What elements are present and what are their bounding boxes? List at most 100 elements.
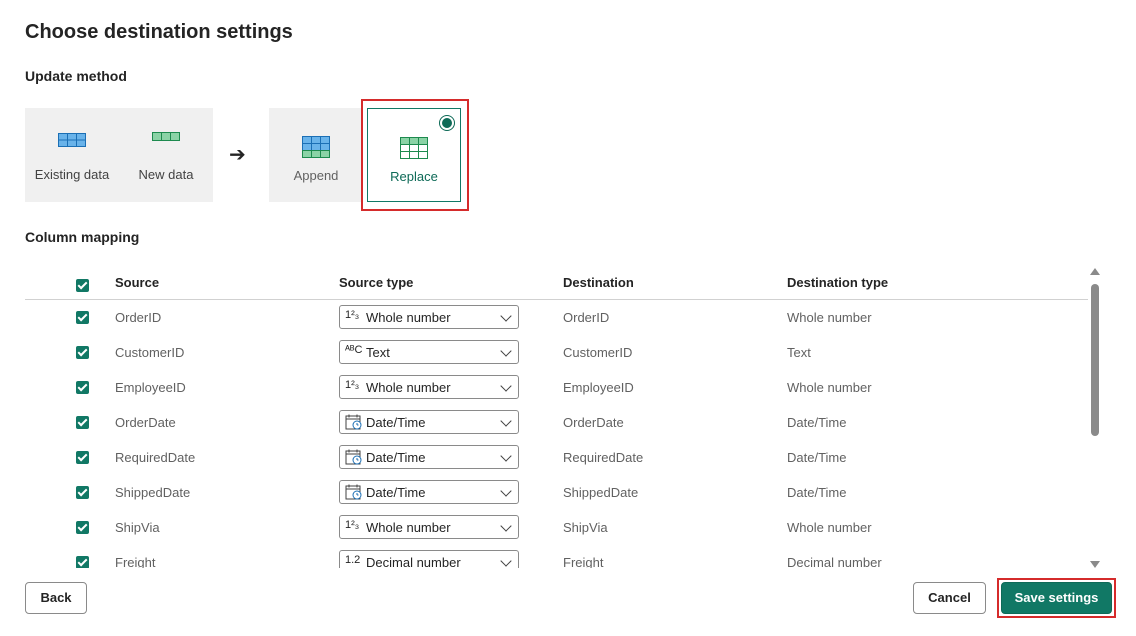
whole-number-icon: 1²₃ bbox=[345, 379, 365, 395]
source-type-dropdown[interactable]: 1.2 Decimal number bbox=[339, 550, 519, 568]
append-label: Append bbox=[293, 168, 339, 183]
type-icon-text: 1²₃ bbox=[345, 519, 360, 531]
row-checkbox[interactable] bbox=[76, 556, 89, 568]
datetime-icon bbox=[345, 414, 365, 430]
destination-cell: EmployeeID bbox=[563, 380, 634, 395]
source-type-value: Decimal number bbox=[366, 555, 461, 568]
source-type-value: Text bbox=[366, 345, 390, 360]
source-cell: OrderDate bbox=[115, 415, 176, 430]
select-all-checkbox[interactable] bbox=[76, 279, 89, 292]
type-icon-text: ᴬᴮC bbox=[345, 344, 363, 356]
table-row: Freight 1.2 Decimal number Freight Decimal n… bbox=[25, 545, 1088, 568]
type-icon-text: 1.2 bbox=[345, 554, 361, 566]
whole-number-icon: 1²₃ bbox=[345, 519, 365, 535]
new-data-item: New data bbox=[119, 108, 213, 202]
source-cell: CustomerID bbox=[115, 345, 185, 360]
header-destination: Destination bbox=[563, 275, 634, 290]
header-source: Source bbox=[115, 275, 160, 290]
whole-number-icon: 1²₃ bbox=[345, 309, 365, 325]
source-type-value: Whole number bbox=[366, 520, 451, 535]
chevron-down-icon bbox=[500, 520, 512, 532]
header-destination-type: Destination type bbox=[787, 275, 889, 290]
new-data-table-icon bbox=[152, 132, 180, 141]
table-row: EmployeeID 1²₃ Whole number EmployeeID Whole… bbox=[25, 370, 1088, 405]
destination-cell: OrderID bbox=[563, 310, 610, 325]
source-cell: OrderID bbox=[115, 310, 162, 325]
header-source-type: Source type bbox=[339, 275, 414, 290]
row-checkbox[interactable] bbox=[76, 451, 89, 464]
destination-type-cell: Date/Time bbox=[787, 485, 847, 500]
destination-type-cell: Whole number bbox=[787, 520, 872, 535]
source-cell: RequiredDate bbox=[115, 450, 196, 465]
source-cell: EmployeeID bbox=[115, 380, 186, 395]
chevron-down-icon bbox=[500, 485, 512, 497]
chevron-down-icon bbox=[500, 450, 512, 462]
source-cell: ShipVia bbox=[115, 520, 160, 535]
table-row: ShippedDate Date/Time ShippedDate Date/Time bbox=[25, 475, 1088, 510]
source-type-dropdown[interactable]: 1²₃ Whole number bbox=[339, 305, 519, 329]
type-icon-text: 1²₃ bbox=[345, 309, 360, 321]
destination-cell: RequiredDate bbox=[563, 450, 644, 465]
save-highlight-box bbox=[997, 578, 1116, 618]
scroll-thumb[interactable] bbox=[1091, 284, 1099, 436]
datetime-icon bbox=[345, 484, 365, 500]
row-checkbox[interactable] bbox=[76, 521, 89, 534]
table-header: Source Source type Destination Destinati… bbox=[25, 262, 1088, 300]
destination-type-cell: Text bbox=[787, 345, 811, 360]
table-row: RequiredDate Date/Time RequiredDate Date/Ti… bbox=[25, 440, 1088, 475]
destination-cell: ShippedDate bbox=[563, 485, 639, 500]
back-button[interactable]: Back bbox=[25, 582, 87, 614]
source-type-value: Date/Time bbox=[366, 450, 426, 465]
destination-cell: OrderDate bbox=[563, 415, 624, 430]
dialog-title: Choose destination settings bbox=[25, 21, 293, 43]
existing-data-item: Existing data bbox=[25, 108, 119, 202]
source-type-dropdown[interactable]: 1²₃ Whole number bbox=[339, 515, 519, 539]
table-row: ShipVia 1²₃ Whole number ShipVia Whole numbe… bbox=[25, 510, 1088, 545]
datetime-icon bbox=[345, 449, 365, 465]
table-row: CustomerID ᴬᴮC Text CustomerID Text bbox=[25, 335, 1088, 370]
destination-type-cell: Decimal number bbox=[787, 555, 882, 568]
row-checkbox[interactable] bbox=[76, 346, 89, 359]
source-cell: Freight bbox=[115, 555, 156, 568]
arrow-right-icon: ➔ bbox=[229, 144, 246, 166]
source-type-dropdown[interactable]: Date/Time bbox=[339, 410, 519, 434]
destination-cell: Freight bbox=[563, 555, 604, 568]
text-icon: ᴬᴮC bbox=[345, 344, 365, 360]
replace-highlight-box bbox=[361, 99, 469, 211]
source-type-dropdown[interactable]: Date/Time bbox=[339, 480, 519, 504]
append-table-icon bbox=[302, 136, 330, 158]
new-data-label: New data bbox=[138, 167, 194, 182]
destination-cell: CustomerID bbox=[563, 345, 633, 360]
update-method-label: Update method bbox=[25, 68, 127, 84]
row-checkbox[interactable] bbox=[76, 416, 89, 429]
row-checkbox[interactable] bbox=[76, 486, 89, 499]
source-type-value: Whole number bbox=[366, 380, 451, 395]
table-scrollbar[interactable] bbox=[1088, 268, 1102, 568]
source-type-dropdown[interactable]: ᴬᴮC Text bbox=[339, 340, 519, 364]
column-mapping-label: Column mapping bbox=[25, 229, 140, 245]
table-row: OrderID 1²₃ Whole number OrderID Whole numbe… bbox=[25, 300, 1088, 335]
source-type-value: Date/Time bbox=[366, 485, 426, 500]
row-checkbox[interactable] bbox=[76, 311, 89, 324]
destination-type-cell: Whole number bbox=[787, 380, 872, 395]
column-mapping-table: Source Source type Destination Destinati… bbox=[25, 262, 1088, 568]
chevron-down-icon bbox=[500, 345, 512, 357]
type-icon-text: 1²₃ bbox=[345, 379, 360, 391]
chevron-down-icon bbox=[500, 380, 512, 392]
source-type-dropdown[interactable]: 1²₃ Whole number bbox=[339, 375, 519, 399]
source-type-value: Whole number bbox=[366, 310, 451, 325]
destination-cell: ShipVia bbox=[563, 520, 608, 535]
append-option[interactable]: Append bbox=[269, 108, 363, 202]
row-checkbox[interactable] bbox=[76, 381, 89, 394]
existing-data-label: Existing data bbox=[34, 167, 110, 182]
decimal-number-icon: 1.2 bbox=[345, 554, 365, 568]
cancel-button[interactable]: Cancel bbox=[913, 582, 986, 614]
scroll-down-icon[interactable] bbox=[1090, 561, 1100, 568]
scroll-up-icon[interactable] bbox=[1090, 268, 1100, 275]
source-type-dropdown[interactable]: Date/Time bbox=[339, 445, 519, 469]
table-row: OrderDate Date/Time OrderDate Date/Time bbox=[25, 405, 1088, 440]
existing-data-table-icon bbox=[58, 133, 86, 147]
chevron-down-icon bbox=[500, 415, 512, 427]
update-method-explainer: Existing data New data bbox=[25, 108, 213, 202]
destination-type-cell: Whole number bbox=[787, 310, 872, 325]
